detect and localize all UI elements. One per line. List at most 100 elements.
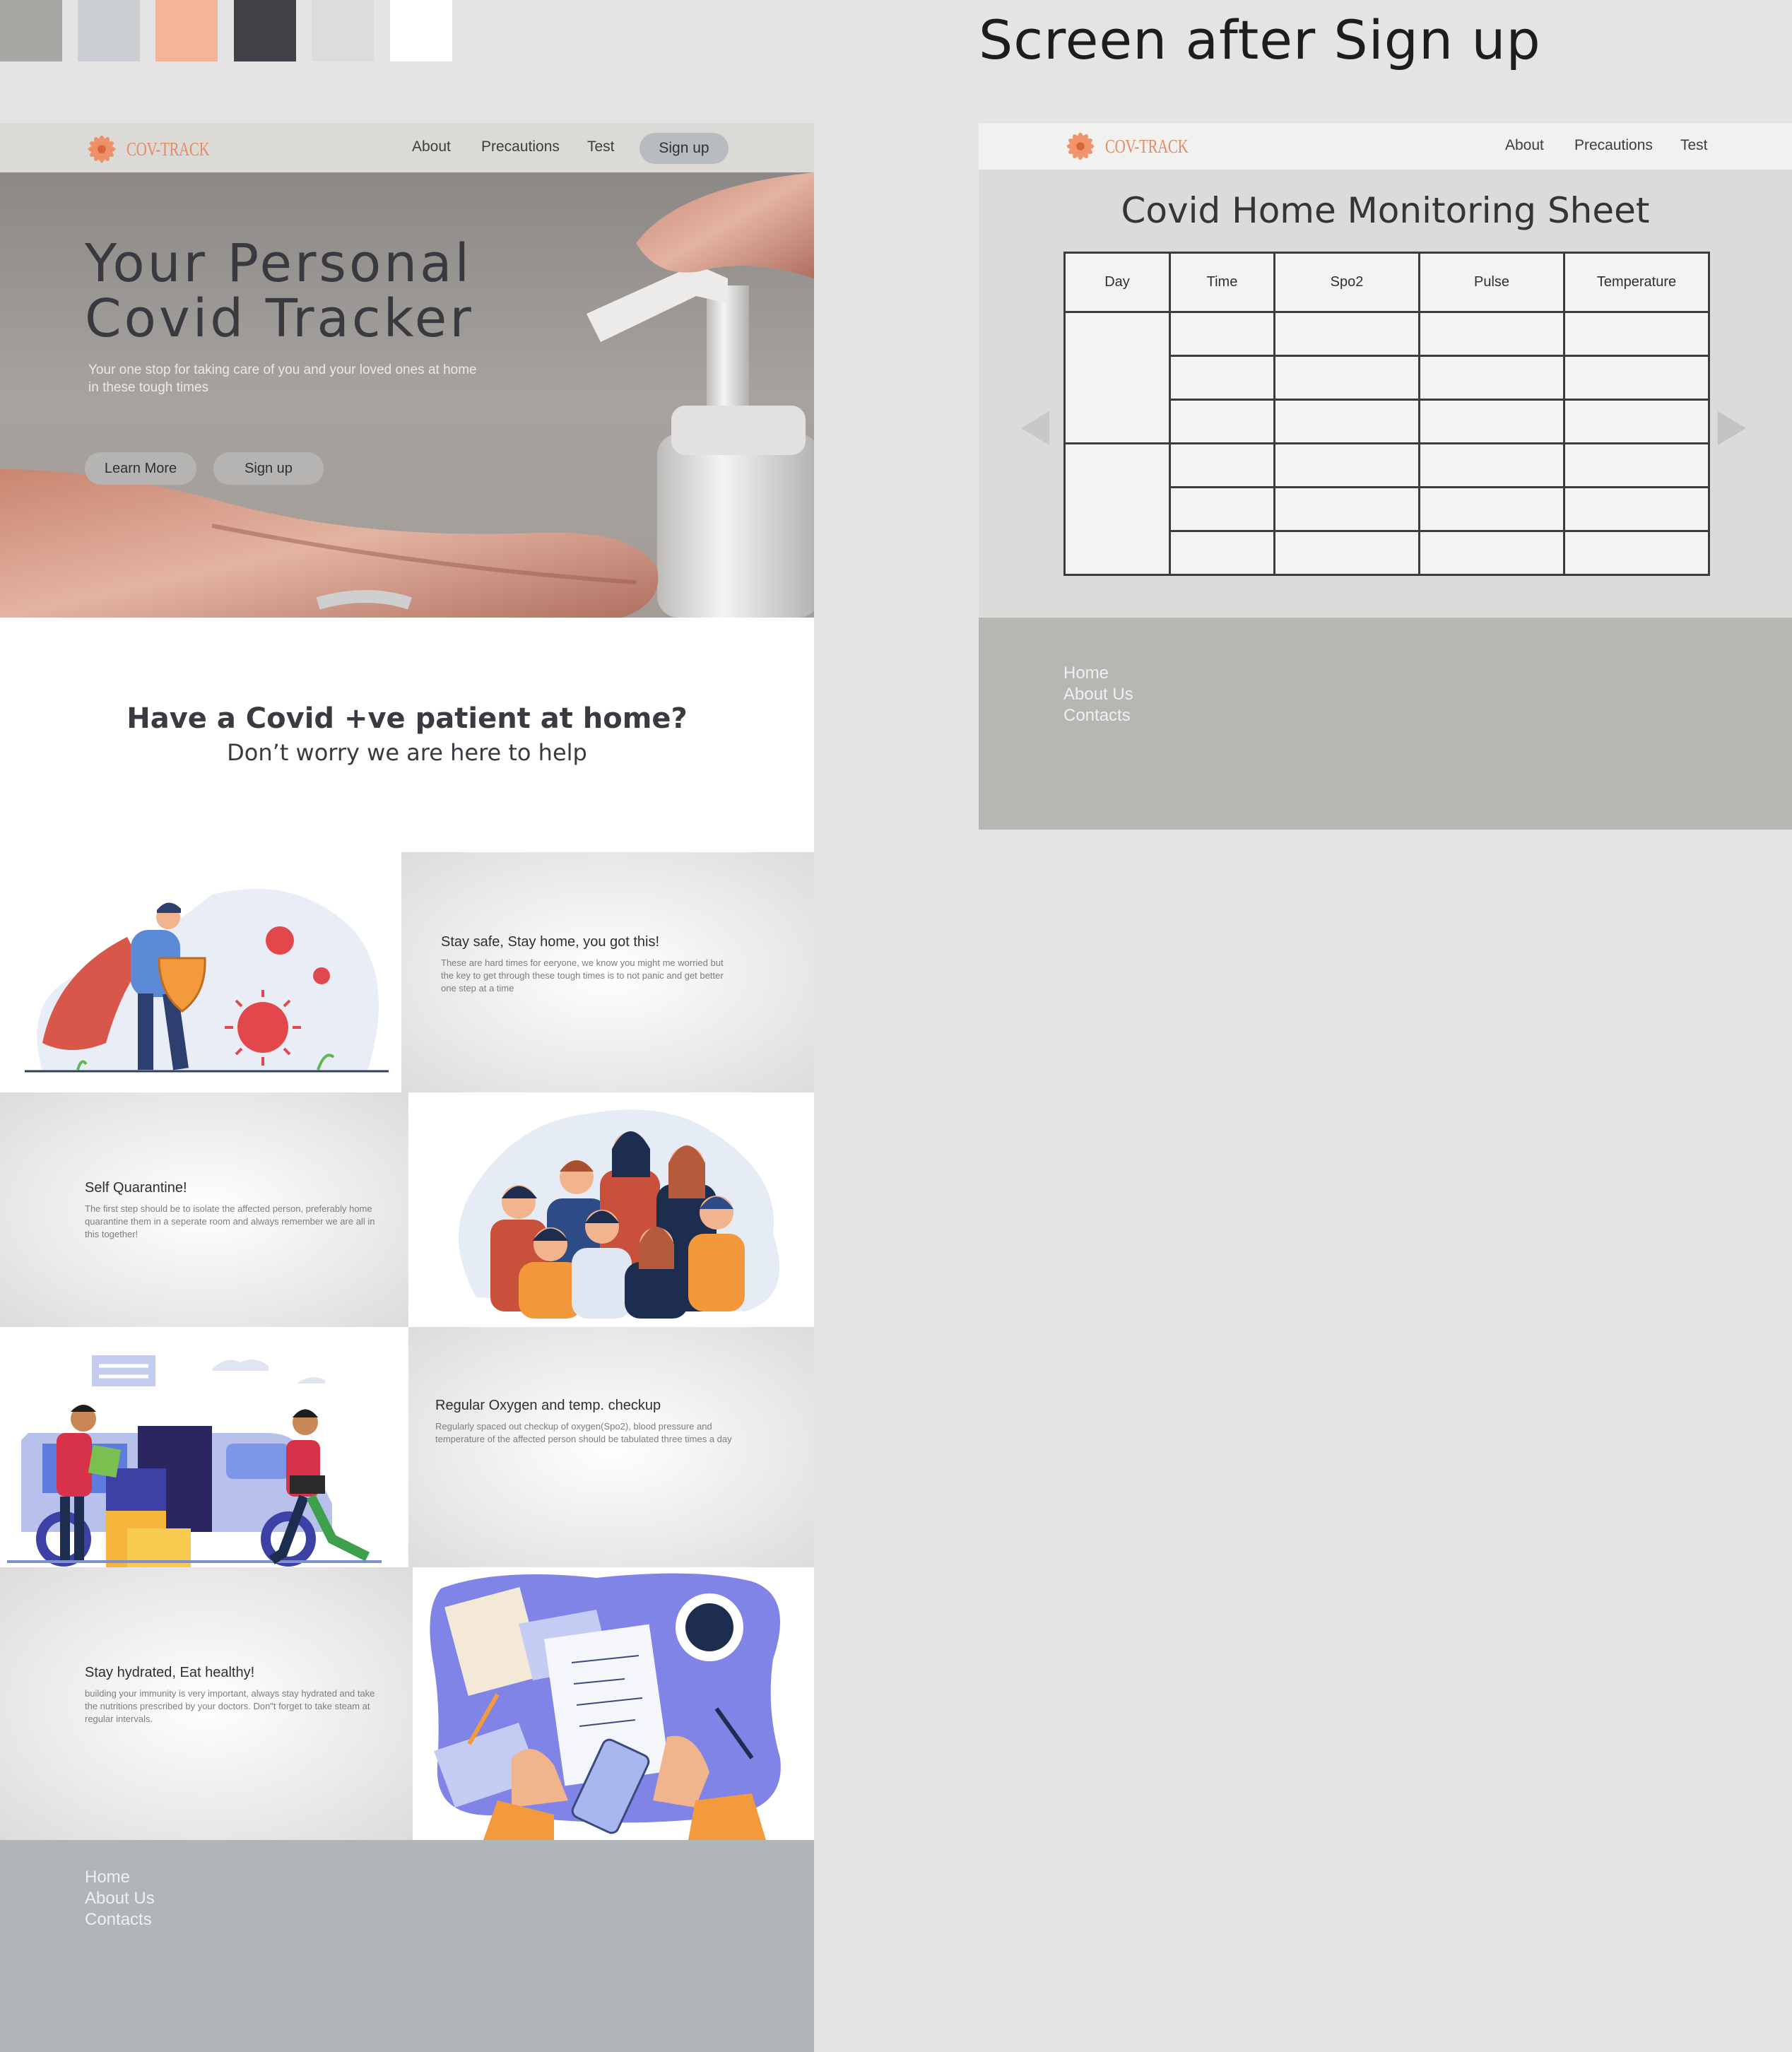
- help-subheading: Don’t worry we are here to help: [227, 739, 587, 766]
- temperature-cell[interactable]: [1563, 311, 1710, 357]
- hero-title: Your Personal Covid Tracker: [85, 236, 474, 346]
- feature-title: Regular Oxygen and temp. checkup: [435, 1398, 661, 1413]
- flower-logo-icon: [88, 135, 116, 163]
- feature-title: Self Quarantine!: [85, 1180, 187, 1196]
- feature-card-stay-hydrated: Stay hydrated, Eat healthy! building you…: [0, 1567, 413, 1840]
- superhero-virus-illustration: [0, 852, 401, 1092]
- time-cell[interactable]: [1169, 530, 1275, 576]
- column-header-temperature: Temperature: [1563, 252, 1710, 313]
- feature-card-oxygen-checkup: Regular Oxygen and temp. checkup Regular…: [408, 1327, 814, 1567]
- day-cell[interactable]: [1063, 442, 1171, 576]
- next-arrow-icon[interactable]: [1718, 411, 1746, 445]
- spo2-cell[interactable]: [1273, 399, 1420, 444]
- temperature-cell[interactable]: [1563, 530, 1710, 576]
- footer-about-link[interactable]: About Us: [1063, 684, 1133, 705]
- swatch-1: [0, 0, 62, 61]
- monitor-navbar: COV-TRACK About Precautions Test: [979, 123, 1792, 170]
- pulse-cell[interactable]: [1418, 486, 1565, 532]
- temperature-cell[interactable]: [1563, 355, 1710, 401]
- time-cell[interactable]: [1169, 442, 1275, 488]
- time-cell[interactable]: [1169, 311, 1275, 357]
- feature-body: These are hard times for eeryone, we kno…: [441, 957, 724, 993]
- nav-precautions[interactable]: Precautions: [1574, 137, 1653, 154]
- hero-section: Your Personal Covid Tracker Your one sto…: [0, 172, 814, 618]
- hero-signup-button[interactable]: Sign up: [213, 452, 324, 485]
- spo2-cell[interactable]: [1273, 442, 1420, 488]
- help-heading: Have a Covid +ve patient at home?: [126, 702, 688, 735]
- flower-logo-icon: [1066, 132, 1095, 160]
- desk-notes-illustration: [413, 1567, 814, 1840]
- time-cell[interactable]: [1169, 486, 1275, 532]
- table-row: [1063, 311, 1710, 444]
- landing-navbar: COV-TRACK About Precautions Test Sign up: [0, 123, 814, 172]
- nav-test[interactable]: Test: [587, 138, 615, 155]
- nav-about[interactable]: About: [1505, 137, 1544, 154]
- table-row: [1063, 442, 1710, 576]
- delivery-van-illustration: [0, 1327, 408, 1567]
- feature-body: Regularly spaced out checkup of oxygen(S…: [435, 1421, 732, 1444]
- temperature-cell[interactable]: [1563, 442, 1710, 488]
- pulse-cell[interactable]: [1418, 311, 1565, 357]
- feature-body: The first step should be to isolate the …: [85, 1203, 375, 1239]
- footer-home-link[interactable]: Home: [1063, 663, 1133, 684]
- monitoring-sheet-section: Covid Home Monitoring Sheet Day Time Spo…: [979, 170, 1792, 618]
- spo2-cell[interactable]: [1273, 486, 1420, 532]
- footer-contacts-link[interactable]: Contacts: [85, 1909, 155, 1930]
- nav-precautions[interactable]: Precautions: [481, 138, 560, 155]
- swatch-5: [312, 0, 374, 61]
- swatch-2: [78, 0, 140, 61]
- day-cell[interactable]: [1063, 311, 1171, 444]
- hero-subtitle: Your one stop for taking care of you and…: [88, 362, 477, 395]
- temperature-cell[interactable]: [1563, 486, 1710, 532]
- table-header-row: Day Time Spo2 Pulse Temperature: [1063, 252, 1710, 313]
- landing-page: COV-TRACK About Precautions Test Sign up: [0, 123, 814, 2052]
- pulse-cell[interactable]: [1418, 355, 1565, 401]
- monitor-footer: Home About Us Contacts: [979, 618, 1792, 830]
- pulse-cell[interactable]: [1418, 530, 1565, 576]
- column-header-pulse: Pulse: [1418, 252, 1565, 313]
- pulse-cell[interactable]: [1418, 399, 1565, 444]
- time-cell[interactable]: [1169, 355, 1275, 401]
- column-header-spo2: Spo2: [1273, 252, 1420, 313]
- nav-about[interactable]: About: [412, 138, 451, 155]
- learn-more-button[interactable]: Learn More: [85, 452, 196, 485]
- monitoring-sheet-title: Covid Home Monitoring Sheet: [1121, 190, 1650, 231]
- brand-logo[interactable]: COV-TRACK: [1060, 126, 1212, 167]
- brand-name: COV-TRACK: [126, 138, 210, 160]
- landing-footer: Home About Us Contacts: [0, 1840, 814, 2052]
- spo2-cell[interactable]: [1273, 311, 1420, 357]
- brand-logo[interactable]: COV-TRACK: [81, 129, 233, 170]
- feature-title: Stay safe, Stay home, you got this!: [441, 934, 660, 950]
- swatch-6: [390, 0, 452, 61]
- feature-body: building your immunity is very important…: [85, 1688, 375, 1724]
- delivery-illustration-icon: [7, 1355, 382, 1567]
- masked-crowd-illustration: [413, 1092, 814, 1327]
- spo2-cell[interactable]: [1273, 355, 1420, 401]
- nav-signup-button[interactable]: Sign up: [639, 133, 729, 164]
- footer-home-link[interactable]: Home: [85, 1867, 155, 1888]
- pulse-cell[interactable]: [1418, 442, 1565, 488]
- temperature-cell[interactable]: [1563, 399, 1710, 444]
- column-header-day: Day: [1063, 252, 1171, 313]
- hero-title-line1: Your Personal: [85, 233, 473, 294]
- superhero-illustration-icon: [25, 888, 389, 1073]
- crowd-illustration-icon: [459, 1109, 779, 1319]
- feature-card-stay-safe: Stay safe, Stay home, you got this! Thes…: [401, 852, 814, 1092]
- footer-about-link[interactable]: About Us: [85, 1888, 155, 1909]
- monitoring-screen: COV-TRACK About Precautions Test Covid H…: [979, 123, 1792, 830]
- footer-contacts-link[interactable]: Contacts: [1063, 705, 1133, 726]
- hero-title-line2: Covid Tracker: [85, 288, 474, 349]
- nav-test[interactable]: Test: [1680, 137, 1708, 154]
- feature-card-self-quarantine: Self Quarantine! The first step should b…: [0, 1092, 408, 1327]
- time-cell[interactable]: [1169, 399, 1275, 444]
- desk-illustration-icon: [430, 1573, 781, 1840]
- spo2-cell[interactable]: [1273, 530, 1420, 576]
- swatch-3: [155, 0, 218, 61]
- prev-arrow-icon[interactable]: [1021, 411, 1049, 445]
- screen-title: Screen after Sign up: [979, 8, 1541, 71]
- column-header-time: Time: [1169, 252, 1275, 313]
- feature-title: Stay hydrated, Eat healthy!: [85, 1665, 255, 1680]
- swatch-4: [234, 0, 296, 61]
- monitoring-table: Day Time Spo2 Pulse Temperature: [1063, 252, 1710, 576]
- brand-name: COV-TRACK: [1105, 135, 1189, 157]
